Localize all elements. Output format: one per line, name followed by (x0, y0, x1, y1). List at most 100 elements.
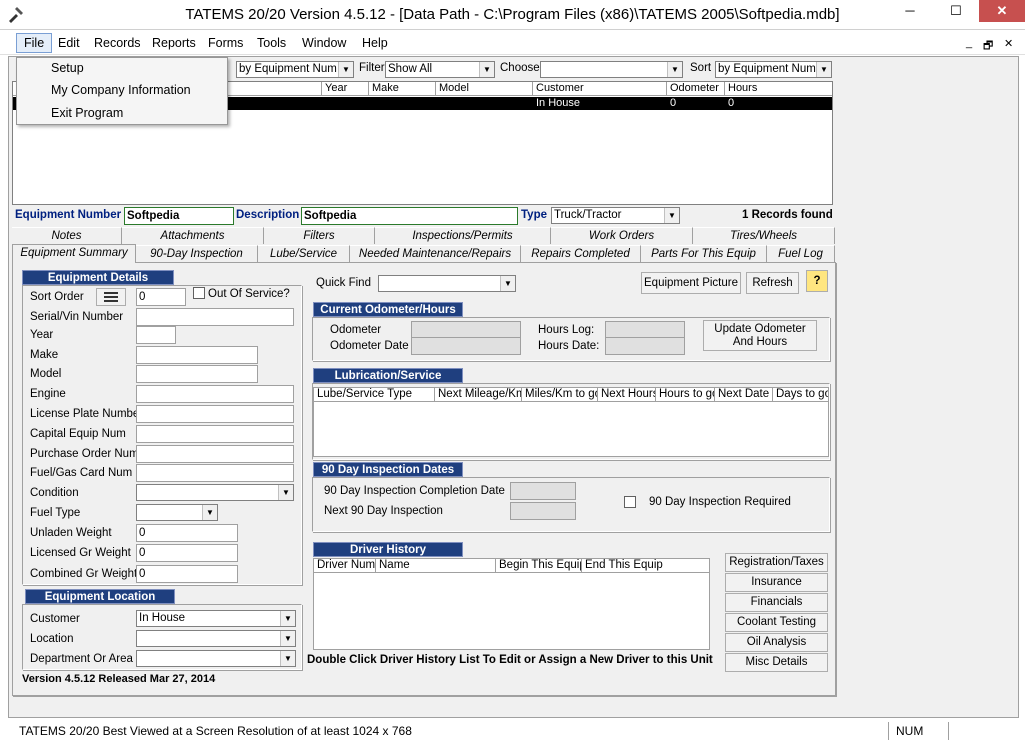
mdi-minimize-button[interactable]: _ (966, 37, 972, 49)
lube-col-hours-to-go[interactable]: Hours to go (656, 388, 715, 402)
tab-attachments[interactable]: Attachments (122, 227, 264, 244)
grid-header-model[interactable]: Model (436, 82, 533, 96)
mdi-close-button[interactable]: ✕ (1004, 37, 1013, 50)
misc-details-button[interactable]: Misc Details (725, 653, 828, 672)
menu-file[interactable]: File (16, 33, 53, 53)
refresh-button[interactable]: Refresh (746, 272, 799, 294)
licensed-gr-weight-field[interactable]: 0 (136, 544, 238, 562)
condition-select[interactable]: ▼ (136, 484, 294, 501)
lubrication-list[interactable]: Lube/Service Type Next Mileage/Km Miles/… (313, 387, 829, 457)
grid-header-year[interactable]: Year (322, 82, 369, 96)
quick-find-select[interactable]: ▼ (378, 275, 516, 292)
department-select[interactable]: ▼ (136, 650, 296, 667)
lube-col-next-date[interactable]: Next Date (715, 388, 773, 402)
driver-history-list[interactable]: Driver Num Name Begin This Equip End Thi… (313, 558, 710, 650)
odometer-date-field (411, 337, 521, 355)
driver-col-end[interactable]: End This Equip (582, 559, 709, 573)
financials-button[interactable]: Financials (725, 593, 828, 612)
tab-work-orders[interactable]: Work Orders (551, 227, 693, 244)
lube-col-next-hours[interactable]: Next Hours (598, 388, 656, 402)
tab-lube-service[interactable]: Lube/Service (258, 245, 350, 262)
purchase-order-field[interactable] (136, 445, 294, 463)
search-by-select[interactable]: by Equipment Num ▼ (236, 61, 354, 78)
license-plate-field[interactable] (136, 405, 294, 423)
tab-tires-wheels[interactable]: Tires/Wheels (693, 227, 835, 244)
year-field[interactable] (136, 326, 176, 344)
registration-taxes-button[interactable]: Registration/Taxes (725, 553, 828, 572)
tab-fuel-log[interactable]: Fuel Log (767, 245, 835, 262)
insurance-button[interactable]: Insurance (725, 573, 828, 592)
location-select[interactable]: ▼ (136, 630, 296, 647)
tab-needed-maintenance[interactable]: Needed Maintenance/Repairs (350, 245, 521, 262)
make-field[interactable] (136, 346, 258, 364)
sort-order-button[interactable] (96, 288, 126, 306)
driver-col-begin[interactable]: Begin This Equip (496, 559, 582, 573)
hours-date-field (605, 337, 685, 355)
menu-forms[interactable]: Forms (208, 36, 243, 50)
help-button[interactable]: ? (806, 270, 828, 292)
status-message: TATEMS 20/20 Best Viewed at a Screen Res… (19, 724, 412, 738)
grid-header-hours[interactable]: Hours (725, 82, 832, 96)
unladen-weight-field[interactable]: 0 (136, 524, 238, 542)
menu-item-exit[interactable]: Exit Program (51, 106, 123, 120)
inspection-header: 90 Day Inspection Dates (313, 462, 463, 477)
coolant-testing-button[interactable]: Coolant Testing (725, 613, 828, 632)
lube-col-days-to-go[interactable]: Days to go (773, 388, 828, 402)
version-text: Version 4.5.12 Released Mar 27, 2014 (22, 673, 216, 685)
licensed-gr-weight-label: Licensed Gr Weight (30, 547, 131, 559)
choose-select[interactable]: ▼ (540, 61, 683, 78)
capital-equip-field[interactable] (136, 425, 294, 443)
status-separator (888, 722, 889, 740)
menu-window[interactable]: Window (302, 36, 346, 50)
driver-col-name[interactable]: Name (376, 559, 496, 573)
maximize-button[interactable]: ☐ (933, 0, 979, 22)
customer-select[interactable]: In House ▼ (136, 610, 296, 627)
hours-date-label: Hours Date: (538, 340, 600, 352)
oil-analysis-button[interactable]: Oil Analysis (725, 633, 828, 652)
tab-90-day-inspection[interactable]: 90-Day Inspection (136, 245, 258, 262)
chevron-down-icon: ▼ (202, 505, 217, 520)
chevron-down-icon: ▼ (667, 62, 682, 77)
fuel-card-field[interactable] (136, 464, 294, 482)
sort-select[interactable]: by Equipment Num ▼ (715, 61, 832, 78)
update-odometer-button[interactable]: Update Odometer And Hours (703, 320, 817, 351)
menu-tools[interactable]: Tools (257, 36, 286, 50)
grid-header-odometer[interactable]: Odometer (667, 82, 725, 96)
menu-edit[interactable]: Edit (58, 36, 80, 50)
mdi-restore-button[interactable]: 🗗 (983, 37, 993, 56)
grid-header-customer[interactable]: Customer (533, 82, 667, 96)
menu-help[interactable]: Help (362, 36, 388, 50)
combined-gr-weight-field[interactable]: 0 (136, 565, 238, 583)
tab-equipment-summary[interactable]: Equipment Summary (12, 244, 136, 263)
fuel-type-select[interactable]: ▼ (136, 504, 218, 521)
close-button[interactable]: ✕ (979, 0, 1025, 22)
chevron-down-icon: ▼ (338, 62, 353, 77)
tab-inspections-permits[interactable]: Inspections/Permits (375, 227, 551, 244)
tab-filters[interactable]: Filters (264, 227, 375, 244)
grid-header-make[interactable]: Make (369, 82, 436, 96)
lube-col-miles-to-go[interactable]: Miles/Km to go (522, 388, 598, 402)
serial-field[interactable] (136, 308, 294, 326)
equipment-number-field[interactable]: Softpedia (124, 207, 234, 225)
driver-col-num[interactable]: Driver Num (314, 559, 376, 573)
out-of-service-checkbox[interactable] (193, 287, 205, 299)
lube-col-next-mileage[interactable]: Next Mileage/Km (435, 388, 522, 402)
model-field[interactable] (136, 365, 258, 383)
minimize-button[interactable]: ─ (887, 0, 933, 22)
equipment-picture-button[interactable]: Equipment Picture (641, 272, 741, 294)
tab-repairs-completed[interactable]: Repairs Completed (521, 245, 641, 262)
capital-equip-label: Capital Equip Num (30, 428, 126, 440)
type-select[interactable]: Truck/Tractor ▼ (551, 207, 680, 224)
lube-col-type[interactable]: Lube/Service Type (314, 388, 435, 402)
tab-notes[interactable]: Notes (12, 227, 122, 244)
menu-item-setup[interactable]: Setup (51, 61, 84, 75)
menu-records[interactable]: Records (94, 36, 141, 50)
menu-reports[interactable]: Reports (152, 36, 196, 50)
description-field[interactable]: Softpedia (301, 207, 518, 225)
menu-item-company-info[interactable]: My Company Information (51, 83, 191, 97)
sort-order-field[interactable]: 0 (136, 288, 186, 306)
engine-field[interactable] (136, 385, 294, 403)
tab-parts[interactable]: Parts For This Equip (641, 245, 767, 262)
inspection-required-checkbox[interactable] (624, 496, 636, 508)
filter-select[interactable]: Show All ▼ (385, 61, 495, 78)
